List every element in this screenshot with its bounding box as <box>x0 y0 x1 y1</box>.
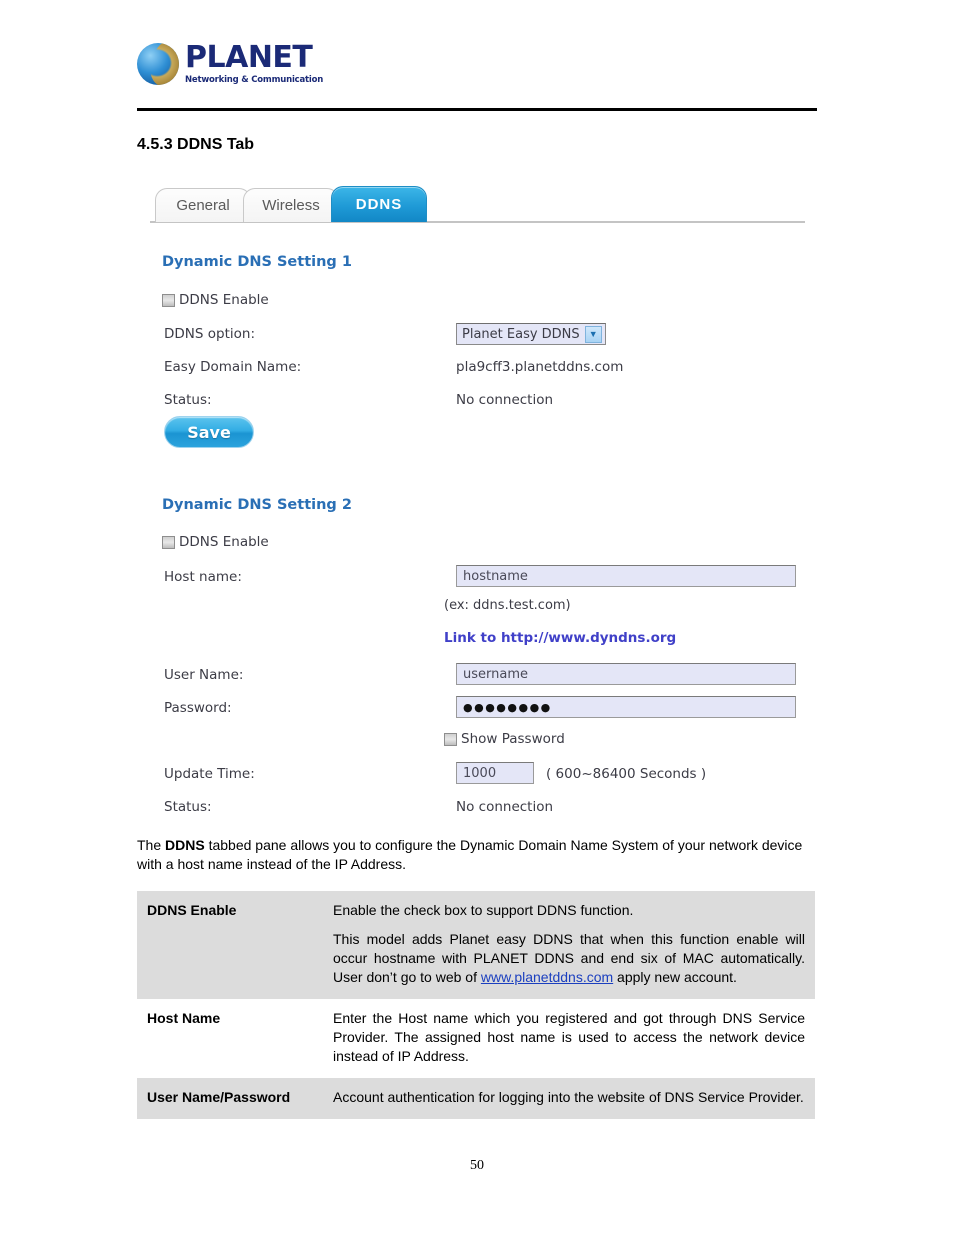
hostname-example-hint: (ex: ddns.test.com) <box>444 598 571 613</box>
username-row: User Name: username <box>162 663 802 691</box>
password-label: Password: <box>164 700 232 716</box>
status-1-row: Status: No connection <box>162 390 802 416</box>
document-page: PLANET Networking & Communication 4.5.3 … <box>0 0 954 1235</box>
update-time-label: Update Time: <box>164 766 255 782</box>
status-2-label: Status: <box>164 799 212 815</box>
planetddns-link[interactable]: www.planetddns.com <box>481 969 613 985</box>
tab-ddns[interactable]: DDNS <box>331 186 427 222</box>
intro-bold: DDNS <box>165 837 205 853</box>
save-button[interactable]: Save <box>164 416 254 448</box>
desc-user-name-password: Account authentication for logging into … <box>325 1078 815 1119</box>
status-2-row: Status: No connection <box>162 797 802 823</box>
table-row: Host Name Enter the Host name which you … <box>137 999 815 1078</box>
desc-para-2: This model adds Planet easy DDNS that wh… <box>333 930 805 987</box>
show-password-row[interactable]: Show Password <box>444 731 565 747</box>
intro-before: The <box>137 837 166 853</box>
chevron-down-icon[interactable]: ▼ <box>584 325 602 343</box>
ddns-enable-2-row[interactable]: DDNS Enable <box>162 534 269 550</box>
username-label: User Name: <box>164 667 244 683</box>
tab-general[interactable]: General <box>155 188 251 222</box>
page-number: 50 <box>470 1158 484 1173</box>
ddns-option-label: DDNS option: <box>164 326 255 342</box>
desc-ddns-enable: Enable the check box to support DDNS fun… <box>325 891 815 999</box>
update-time-range-hint: ( 600~86400 Seconds ) <box>546 766 707 782</box>
table-row: DDNS Enable Enable the check box to supp… <box>137 891 815 999</box>
easy-domain-name-value: pla9cff3.planetddns.com <box>456 359 624 375</box>
checkbox-icon[interactable] <box>444 732 457 746</box>
username-input[interactable]: username <box>456 663 796 685</box>
desc-para-1: Enter the Host name which you registered… <box>333 1010 805 1064</box>
easy-domain-name-label: Easy Domain Name: <box>164 359 302 375</box>
intro-paragraph: The DDNS tabbed pane allows you to confi… <box>137 836 815 874</box>
planet-logo: PLANET Networking & Communication <box>137 42 817 86</box>
parameter-definition-table: DDNS Enable Enable the check box to supp… <box>137 891 815 1119</box>
hostname-row: Host name: hostname <box>162 565 802 593</box>
brand-name: PLANET <box>185 40 313 75</box>
status-2-value: No connection <box>456 799 554 815</box>
tab-wireless[interactable]: Wireless <box>243 188 339 222</box>
password-input[interactable]: ●●●●●●●● <box>456 696 796 718</box>
update-time-input[interactable]: 1000 <box>456 762 534 784</box>
table-row: User Name/Password Account authenticatio… <box>137 1078 815 1119</box>
ddns-option-select[interactable]: Planet Easy DDNS ▼ <box>456 323 606 345</box>
setting1-title: Dynamic DNS Setting 1 <box>162 254 352 270</box>
status-1-value: No connection <box>456 392 554 408</box>
update-time-row: Update Time: 1000 ( 600~86400 Seconds ) <box>162 762 802 790</box>
dyndns-link[interactable]: Link to http://www.dyndns.org <box>444 630 676 646</box>
term-user-name-password: User Name/Password <box>137 1078 325 1119</box>
status-1-label: Status: <box>164 392 212 408</box>
hostname-label: Host name: <box>164 569 242 585</box>
ddns-option-selected-value: Planet Easy DDNS <box>462 326 580 342</box>
brand-tagline: Networking & Communication <box>185 75 324 85</box>
intro-after: tabbed pane allows you to configure the … <box>137 837 803 872</box>
globe-icon <box>137 43 179 85</box>
password-row: Password: ●●●●●●●● <box>162 696 802 724</box>
term-ddns-enable: DDNS Enable <box>137 891 325 999</box>
setting2-title: Dynamic DNS Setting 2 <box>162 497 352 513</box>
page-title: 4.5.3 DDNS Tab <box>137 136 255 153</box>
checkbox-icon[interactable] <box>162 535 175 549</box>
logo-text: PLANET Networking & Communication <box>185 42 323 86</box>
easy-domain-name-row: Easy Domain Name: pla9cff3.planetddns.co… <box>162 357 802 383</box>
ddns-enable-2-label: DDNS Enable <box>179 534 269 550</box>
tab-bar: General Wireless DDNS <box>155 182 427 222</box>
show-password-label: Show Password <box>461 731 565 747</box>
checkbox-icon[interactable] <box>162 293 175 307</box>
hostname-input[interactable]: hostname <box>456 565 796 587</box>
header-divider <box>137 108 817 111</box>
device-ui-screenshot: General Wireless DDNS Dynamic DNS Settin… <box>150 182 810 822</box>
document-header: PLANET Networking & Communication <box>137 42 817 110</box>
ddns-enable-1-row[interactable]: DDNS Enable <box>162 292 269 308</box>
term-host-name: Host Name <box>137 999 325 1078</box>
desc-para-1: Enable the check box to support DDNS fun… <box>333 902 634 918</box>
ddns-enable-1-label: DDNS Enable <box>179 292 269 308</box>
desc-para-2-after: apply new account. <box>613 969 737 985</box>
desc-para-1: Account authentication for logging into … <box>333 1089 804 1105</box>
ddns-option-row: DDNS option: Planet Easy DDNS ▼ <box>162 323 802 350</box>
desc-host-name: Enter the Host name which you registered… <box>325 999 815 1078</box>
